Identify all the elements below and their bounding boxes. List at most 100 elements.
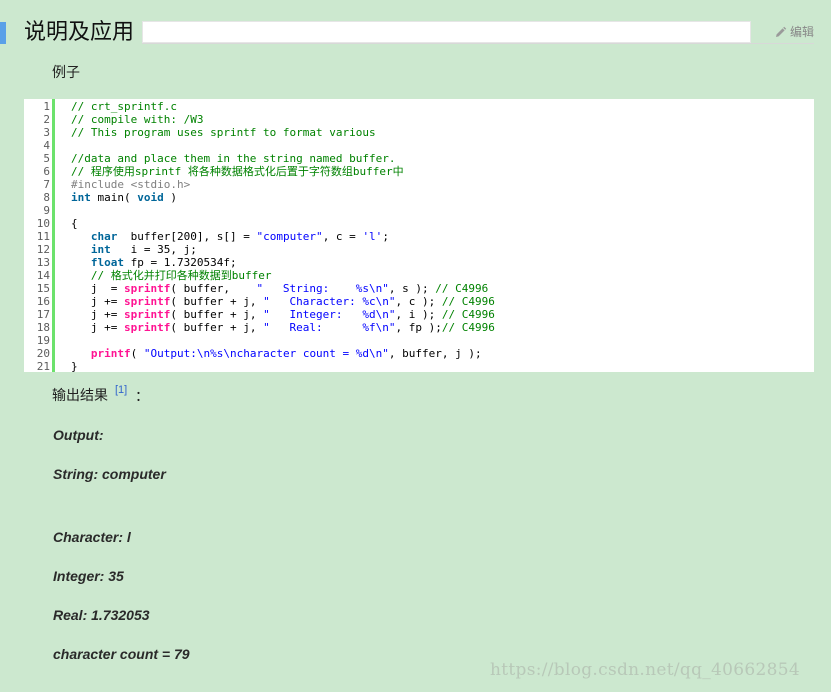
output-line: Real: 1.732053 (53, 607, 150, 623)
code-token: // 程序使用sprintf 将各种数据格式化后置于字符数组buffer中 (71, 165, 404, 178)
code-line: // This program uses sprintf to format v… (71, 126, 814, 139)
line-number: 4 (43, 139, 50, 152)
code-token: ) (163, 191, 177, 204)
example-label: 例子 (52, 64, 80, 80)
code-token: ; (382, 230, 389, 243)
code-token: " Integer: %d\n" (263, 308, 396, 321)
code-token: , c = (322, 230, 363, 243)
code-token: //data and place them in the string name… (71, 152, 396, 165)
code-line: j += sprintf( buffer + j, " Character: %… (71, 295, 814, 308)
code-token: sprintf (123, 282, 171, 295)
code-token: , s ); (388, 282, 436, 295)
code-line: // crt_sprintf.c (71, 100, 814, 113)
code-line: { (71, 217, 814, 230)
code-token: , i ); (395, 308, 442, 321)
code-line: //data and place them in the string name… (71, 152, 814, 165)
line-number: 9 (43, 204, 50, 217)
section-header: 说明及应用 编辑 (0, 18, 814, 48)
code-token: // crt_sprintf.c (71, 100, 177, 113)
code-token: int (71, 191, 91, 204)
code-token: , fp ); (395, 321, 442, 334)
code-token: fp = 1.7320534f; (124, 256, 237, 269)
code-token: // C4996 (441, 295, 495, 308)
code-token: ( buffer, (170, 282, 257, 295)
code-token: printf (90, 347, 131, 360)
edit-link[interactable]: 编辑 (774, 24, 814, 40)
code-token: ( buffer + j, (170, 308, 264, 321)
code-block: 1 2 3 4 5 6 7 8 9 10 11 12 13 14 15 16 17 18 19 20 21 // crt… (24, 99, 814, 373)
code-token: // C4996 (435, 282, 489, 295)
code-token: float (90, 256, 124, 269)
code-line: float fp = 1.7320534f; (71, 256, 814, 269)
code-line: char buffer[200], s[] = "computer", c = … (71, 230, 814, 243)
line-number: 3 (43, 126, 50, 139)
line-number: 17 (36, 308, 50, 321)
code-token: ( (130, 347, 144, 360)
title-rule-box (142, 21, 751, 43)
output-heading: 输出结果 (52, 387, 108, 403)
line-number-gutter: 1 2 3 4 5 6 7 8 9 10 11 12 13 14 15 16 17 18 19 20 21 (24, 99, 55, 373)
code-token: j += (71, 295, 124, 308)
title-divider (142, 43, 814, 44)
code-token: // compile with: /W3 (71, 113, 204, 126)
code-token: buffer[200], s[] = (117, 230, 257, 243)
code-line: j = sprintf( buffer, " String: %s\n", s … (71, 282, 814, 295)
code-token: int (90, 243, 111, 256)
code-token: 'l' (362, 230, 383, 243)
code-token: " String: %s\n" (256, 282, 389, 295)
output-line: Integer: 35 (53, 568, 124, 584)
reference-link[interactable]: [1] (115, 384, 127, 396)
code-token: "Output:\n%s\ncharacter count = %d\n" (143, 347, 389, 360)
pencil-icon (776, 26, 787, 37)
code-token: j = (71, 282, 124, 295)
watermark: https://blog.csdn.net/qq_40662854 (490, 660, 800, 680)
code-line: j += sprintf( buffer + j, " Real: %f\n",… (71, 321, 814, 334)
line-number: 1 (43, 100, 50, 113)
line-number: 10 (36, 217, 50, 230)
code-token: i = 35, j; (110, 243, 197, 256)
code-token: { (71, 217, 78, 230)
code-token: // C4996 (441, 321, 495, 334)
code-line: printf( "Output:\n%s\ncharacter count = … (71, 347, 814, 360)
code-token: main( (90, 191, 138, 204)
code-token: ( buffer + j, (170, 295, 264, 308)
line-number: 18 (36, 321, 50, 334)
code-token: char (90, 230, 118, 243)
output-heading-colon: ： (135, 388, 149, 404)
section-accent-bar (0, 22, 6, 44)
line-number: 6 (43, 165, 50, 178)
line-number: 14 (36, 269, 50, 282)
line-number: 19 (36, 334, 50, 347)
code-token: sprintf (123, 321, 171, 334)
code-token: , c ); (395, 295, 442, 308)
code-line: int main( void ) (71, 191, 814, 204)
code-token: j += (71, 308, 124, 321)
code-content: // crt_sprintf.c// compile with: /W3// T… (71, 99, 814, 373)
code-line: j += sprintf( buffer + j, " Integer: %d\… (71, 308, 814, 321)
line-number: 5 (43, 152, 50, 165)
code-token: // This program uses sprintf to format v… (71, 126, 376, 139)
section-title: 说明及应用 (24, 20, 135, 45)
code-token: "computer" (256, 230, 323, 243)
code-token: sprintf (123, 295, 171, 308)
code-token: // C4996 (441, 308, 495, 321)
output-line: Character: l (53, 529, 131, 545)
edit-label[interactable]: 编辑 (790, 24, 814, 40)
code-line: int i = 35, j; (71, 243, 814, 256)
code-token: " Real: %f\n" (263, 321, 396, 334)
line-number: 20 (36, 347, 50, 360)
line-number: 8 (43, 191, 50, 204)
line-number: 7 (43, 178, 50, 191)
output-line: String: computer (53, 466, 166, 482)
code-token: j += (71, 321, 124, 334)
code-token: " Character: %c\n" (263, 295, 396, 308)
code-line: // 格式化并打印各种数据到buffer (71, 269, 814, 282)
line-number: 2 (43, 113, 50, 126)
code-line: // 程序使用sprintf 将各种数据格式化后置于字符数组buffer中 (71, 165, 814, 178)
